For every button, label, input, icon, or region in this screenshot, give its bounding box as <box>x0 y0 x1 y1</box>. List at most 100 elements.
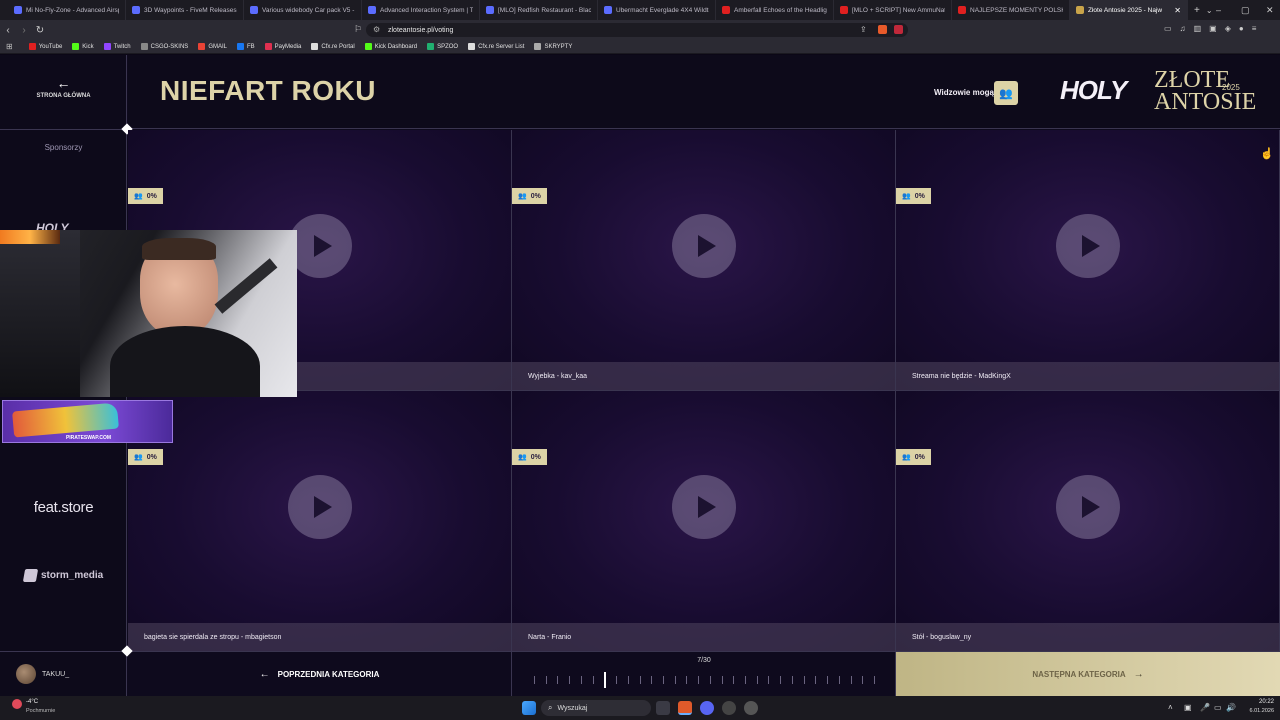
progress-tick[interactable] <box>803 676 805 684</box>
progress-tick[interactable] <box>756 676 758 684</box>
progress-tick[interactable] <box>780 676 782 684</box>
progress-tick[interactable] <box>791 676 793 684</box>
brave-browser-icon[interactable] <box>678 701 692 715</box>
bookmark-item[interactable]: CSGO-SKINS <box>140 43 188 50</box>
start-button-icon[interactable] <box>522 701 536 715</box>
bookmark-page-icon[interactable]: ⚐ <box>354 24 362 35</box>
progress-tick[interactable] <box>580 676 582 684</box>
microphone-icon[interactable]: 🎤 <box>1200 703 1210 712</box>
browser-tab[interactable]: NAJLEPSZE MOMENTY POLSKIEGO <box>952 0 1070 20</box>
clock-date[interactable]: 6.01.2026 <box>1240 708 1274 714</box>
steam-icon[interactable] <box>722 701 736 715</box>
nominee-card[interactable]: 👥 0% Wyjebka - kav_kaa <box>512 130 896 391</box>
sponsor-storm-media[interactable]: storm_media <box>22 569 103 582</box>
share-icon[interactable]: ⇪ <box>860 25 867 34</box>
nominee-caption-bar[interactable]: Stół - boguslaw_ny <box>896 623 1279 651</box>
bookmark-item[interactable]: Twitch <box>103 43 131 50</box>
rewards-icon[interactable] <box>894 25 903 34</box>
next-category-button[interactable]: NASTĘPNA KATEGORIA → <box>896 652 1280 696</box>
progress-tick[interactable] <box>534 676 535 684</box>
site-info-icon[interactable]: ⚙ <box>373 25 380 34</box>
browser-tab[interactable]: Amberfall Echoes of the Headlight <box>716 0 834 20</box>
restore-icon[interactable]: ▢ <box>1241 0 1250 20</box>
progress-tick[interactable] <box>768 676 770 684</box>
bookmark-item[interactable]: GMAIL <box>198 43 227 50</box>
taskbar-search[interactable]: ⌕ Wyszukaj <box>541 700 651 716</box>
user-profile[interactable]: TAKUU_ <box>16 664 69 684</box>
obs-icon[interactable] <box>744 701 758 715</box>
progress-tick[interactable] <box>686 676 688 684</box>
viewers-vote-icon[interactable]: 👥 <box>994 81 1018 105</box>
progress-tick[interactable] <box>745 676 747 684</box>
vpn-icon[interactable]: ◈ <box>1225 24 1231 33</box>
bookmark-item[interactable]: FB <box>237 43 255 50</box>
reload-icon[interactable]: ↻ <box>32 25 48 36</box>
progress-tick[interactable] <box>862 676 864 684</box>
play-button[interactable] <box>288 475 352 539</box>
progress-tick[interactable] <box>592 676 594 684</box>
play-button[interactable] <box>1056 475 1120 539</box>
nominee-caption-bar[interactable]: Wyjebka - kav_kaa <box>512 362 895 390</box>
tab-search-icon[interactable]: ⌄ <box>1206 6 1213 15</box>
bookmark-item[interactable]: Kick Dashboard <box>364 43 417 50</box>
task-view-icon[interactable] <box>656 701 670 715</box>
progress-tick[interactable] <box>651 676 653 684</box>
progress-tick[interactable] <box>557 676 559 684</box>
nominee-card[interactable]: 👥 0% Narta - Franio <box>512 391 896 652</box>
close-tab-icon[interactable]: ✕ <box>1174 6 1181 15</box>
play-button[interactable] <box>1056 214 1120 278</box>
nominee-card[interactable]: 👥 0% bagieta sie spierdala ze stropu - mba… <box>128 391 512 652</box>
progress-tick[interactable] <box>721 676 723 684</box>
play-button[interactable] <box>672 475 736 539</box>
forward-icon[interactable]: › <box>16 25 32 36</box>
bookmark-item[interactable]: Cfx.re Portal <box>311 43 355 50</box>
nominee-caption-bar[interactable]: Streama nie będzie - MadKingX <box>896 362 1279 390</box>
progress-tick[interactable] <box>874 676 875 684</box>
menu-icon[interactable]: ≡ <box>1252 24 1257 33</box>
bookmark-item[interactable]: PayMedia <box>264 43 301 50</box>
profile-icon[interactable]: ● <box>1239 24 1244 33</box>
bookmark-item[interactable]: Kick <box>72 43 94 50</box>
progress-track[interactable] <box>534 672 875 688</box>
nominee-caption-bar[interactable]: Narta - Franio <box>512 623 895 651</box>
play-button[interactable] <box>288 214 352 278</box>
apps-grid-icon[interactable]: ⊞ <box>6 42 13 51</box>
tray-app-icon[interactable]: ▣ <box>1184 703 1192 712</box>
bookmark-item[interactable]: SKRYPTY <box>534 43 572 50</box>
browser-tab[interactable]: Various widebody Car pack V5 - Fi <box>244 0 362 20</box>
nominee-caption-bar[interactable]: bagieta sie spierdala ze stropu - mbagie… <box>128 623 511 651</box>
progress-tick[interactable] <box>698 676 700 684</box>
browser-tab[interactable]: [MLO] Redfish Restaurant - BlackM <box>480 0 598 20</box>
sidebar-icon[interactable]: ▥ <box>1194 24 1202 33</box>
home-link[interactable]: ← STRONA GŁÓWNA <box>0 76 127 99</box>
url-input[interactable]: ⚙ zloteantosie.pl/voting ⇪ <box>366 23 908 37</box>
sponsor-feat-store[interactable]: feat.store <box>0 499 127 516</box>
progress-tick[interactable] <box>545 676 547 684</box>
wallet-icon[interactable]: ▣ <box>1209 24 1217 33</box>
back-icon[interactable]: ‹ <box>0 25 16 36</box>
network-icon[interactable]: ▭ <box>1214 703 1222 712</box>
browser-tab[interactable]: Złote Antosie 2025 - Najw ✕ <box>1070 0 1188 20</box>
progress-tick[interactable] <box>662 676 664 684</box>
progress-tick[interactable] <box>850 676 852 684</box>
close-window-icon[interactable]: ✕ <box>1266 0 1274 20</box>
progress-tick[interactable] <box>639 676 641 684</box>
progress-tick[interactable] <box>815 676 817 684</box>
progress-tick[interactable] <box>627 676 629 684</box>
bookmark-item[interactable]: SPZOO <box>427 43 458 50</box>
progress-tick[interactable] <box>674 676 676 684</box>
clock-time[interactable]: 20:22 <box>1244 699 1274 705</box>
promo-banner[interactable]: PIRATESWAP.COM <box>2 400 173 443</box>
browser-tab[interactable]: Advanced Interaction System | Tar <box>362 0 480 20</box>
shield-icon[interactable] <box>878 25 887 34</box>
volume-icon[interactable]: 🔊 <box>1226 703 1236 712</box>
music-icon[interactable]: ♫ <box>1180 24 1186 33</box>
browser-tab[interactable]: Mi No-Fly-Zone - Advanced Airsp <box>8 0 126 20</box>
weather-icon[interactable] <box>12 699 22 709</box>
extension-icon[interactable]: ▭ <box>1164 24 1172 33</box>
bookmark-item[interactable]: YouTube <box>28 43 62 50</box>
discord-icon[interactable] <box>700 701 714 715</box>
play-button[interactable] <box>672 214 736 278</box>
nominee-card[interactable]: 👥 0% Stół - boguslaw_ny <box>896 391 1280 652</box>
browser-tab[interactable]: Ubermacht Everglade 4X4 Wildtra <box>598 0 716 20</box>
